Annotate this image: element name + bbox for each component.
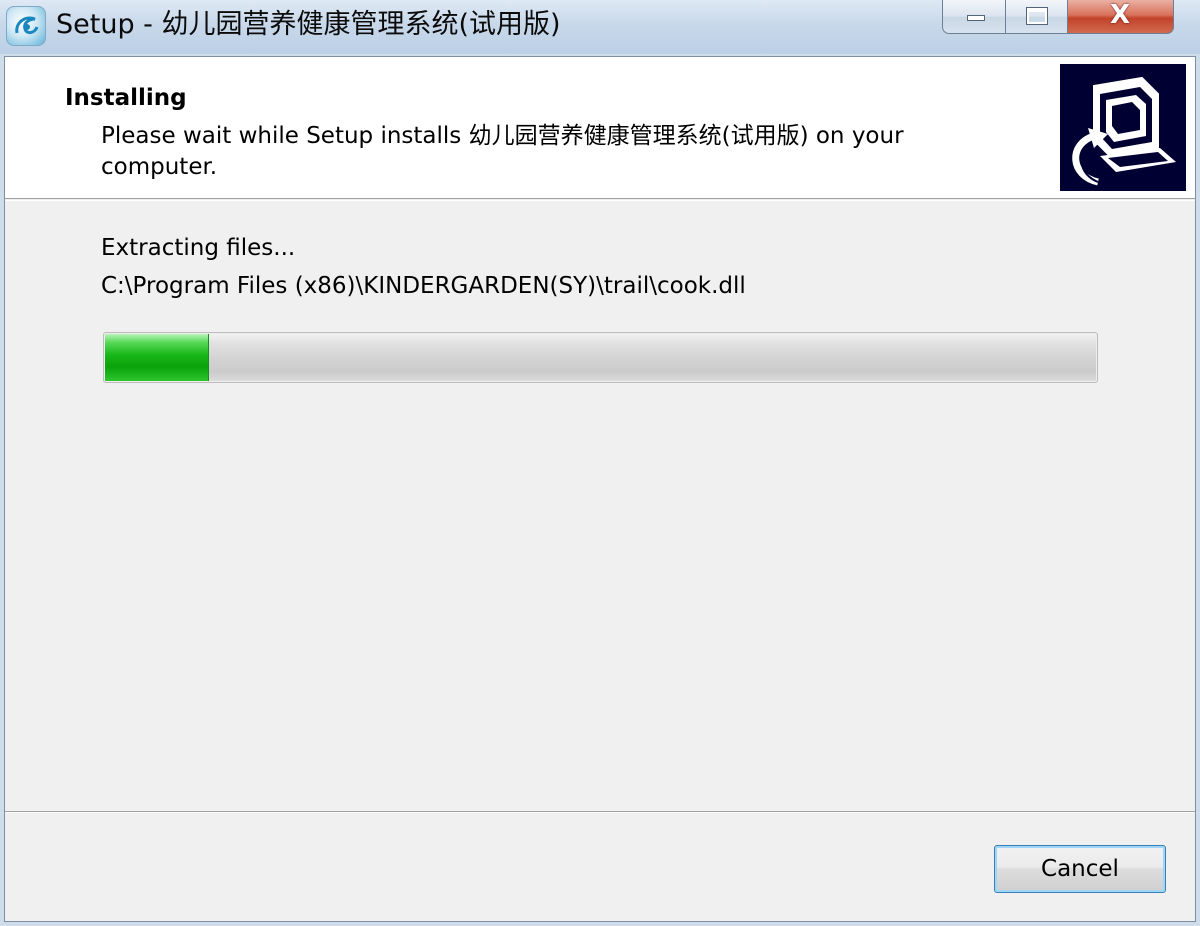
install-progress-bar — [103, 332, 1098, 383]
swirl-icon — [15, 16, 39, 35]
installer-computer-icon — [1072, 76, 1176, 186]
close-icon: X — [1109, 0, 1131, 30]
progress-fill — [105, 334, 209, 381]
maximize-icon — [1026, 7, 1048, 25]
wizard-header: Installing Please wait while Setup insta… — [5, 57, 1195, 199]
maximize-button[interactable] — [1006, 0, 1068, 34]
footer-divider-highlight — [5, 812, 1195, 813]
page-description: Please wait while Setup installs 幼儿园营养健康… — [101, 123, 904, 180]
wizard-body: Extracting files... C:\Program Files (x8… — [5, 201, 1195, 811]
minimize-button[interactable] — [942, 0, 1006, 34]
cancel-button[interactable]: Cancel — [994, 845, 1166, 893]
current-file-label: C:\Program Files (x86)\KINDERGARDEN(SY)\… — [101, 273, 746, 299]
wizard-image — [1060, 64, 1186, 191]
setup-app-icon[interactable] — [6, 6, 46, 46]
caption-buttons: X — [942, 0, 1190, 36]
close-button[interactable]: X — [1068, 0, 1174, 34]
minimize-icon — [967, 15, 985, 21]
setup-wizard-client: Installing Please wait while Setup insta… — [4, 56, 1196, 922]
window-title: Setup - 幼儿园营养健康管理系统(试用版) — [56, 9, 561, 40]
status-label: Extracting files... — [101, 235, 296, 261]
window-title-bar[interactable]: Setup - 幼儿园营养健康管理系统(试用版) X — [0, 0, 1200, 54]
page-title: Installing — [65, 85, 187, 111]
